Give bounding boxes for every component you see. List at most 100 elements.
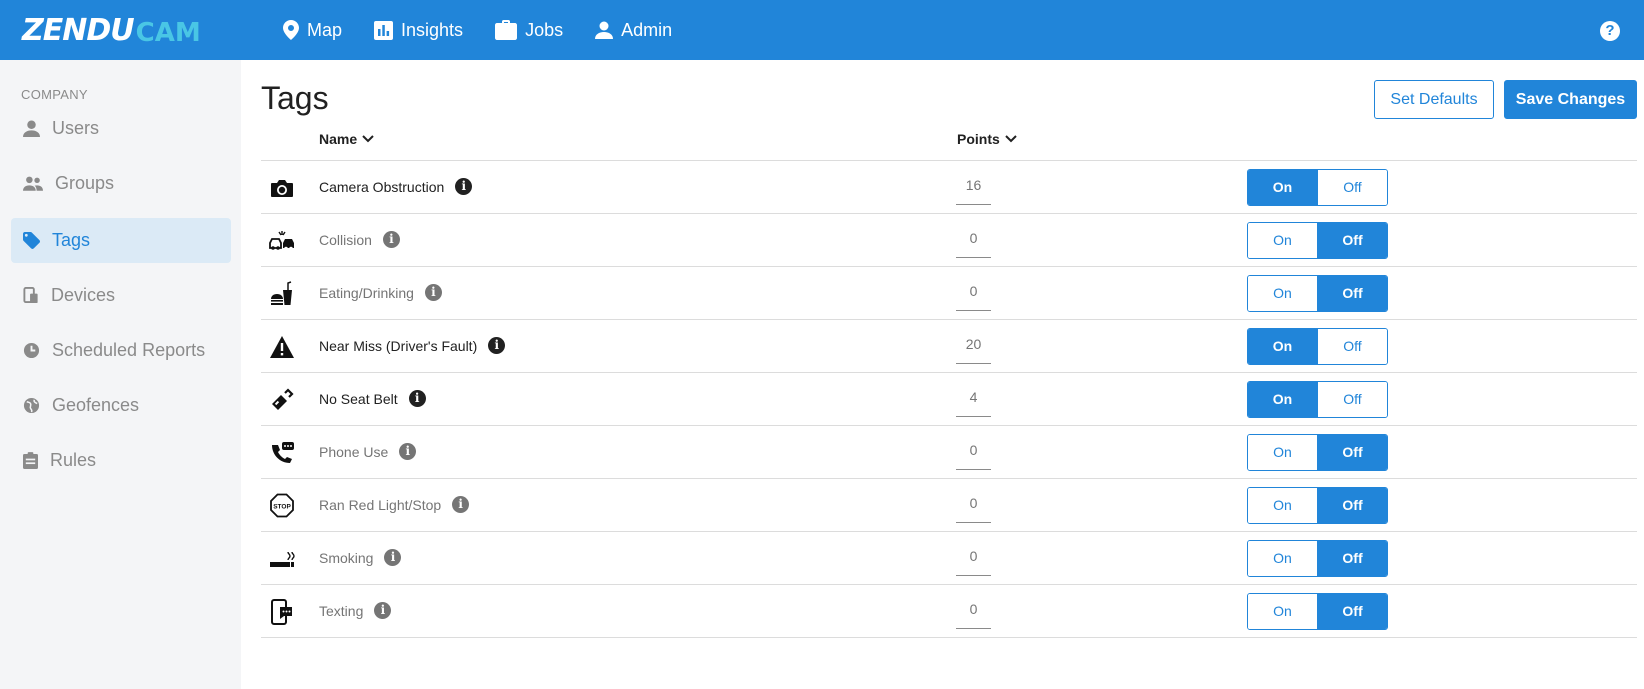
save-changes-button[interactable]: Save Changes [1504, 80, 1637, 119]
toggle-on-button[interactable]: On [1248, 435, 1318, 470]
group-icon [23, 176, 43, 191]
sidebar-item-scheduled-reports[interactable]: Scheduled Reports [11, 328, 231, 373]
toggle-off-button[interactable]: Off [1318, 541, 1387, 576]
toggle-off-button[interactable]: Off [1318, 329, 1387, 364]
sidebar-item-geofences[interactable]: Geofences [11, 383, 231, 428]
logo-main-text: ZENDU [22, 13, 135, 48]
info-icon[interactable]: i [399, 443, 417, 460]
points-input[interactable]: 20 [956, 329, 991, 364]
nav-insights[interactable]: Insights [374, 20, 463, 41]
toggle-on-button[interactable]: On [1248, 382, 1318, 417]
set-defaults-button[interactable]: Set Defaults [1374, 80, 1494, 119]
tag-name-text: Texting [319, 602, 364, 619]
points-input[interactable]: 0 [956, 488, 991, 523]
points-input[interactable]: 0 [956, 223, 991, 258]
points-input[interactable]: 0 [956, 594, 991, 629]
sidebar: COMPANY Users Groups Tags Devices Schedu… [0, 60, 241, 689]
info-icon[interactable]: i [424, 284, 442, 301]
camera-icon [271, 180, 293, 197]
toggle-on-button[interactable]: On [1248, 223, 1318, 258]
toggle-off-button[interactable]: Off [1318, 382, 1387, 417]
table-row: Phone Use i 0 On Off [261, 426, 1637, 479]
map-pin-icon [283, 20, 299, 40]
on-off-toggle: On Off [1247, 169, 1388, 206]
sidebar-item-label: Tags [52, 230, 91, 250]
info-icon[interactable]: i [408, 390, 426, 407]
tag-name-text: Eating/Drinking [319, 284, 414, 301]
table-row: Smoking i 0 On Off [261, 532, 1637, 585]
sidebar-section-label: COMPANY [21, 87, 88, 102]
column-header-points[interactable]: Points [957, 131, 1017, 147]
toggle-on-button[interactable]: On [1248, 594, 1318, 629]
zenducam-logo[interactable]: ZENDU CAM [22, 13, 201, 48]
points-input[interactable]: 0 [956, 435, 991, 470]
points-input[interactable]: 4 [956, 382, 991, 417]
column-header-name[interactable]: Name [319, 131, 374, 147]
sidebar-item-users[interactable]: Users [11, 106, 231, 151]
table-row: Collision i 0 On Off [261, 214, 1637, 267]
nav-map[interactable]: Map [283, 20, 342, 41]
tag-name: Smoking i [319, 549, 402, 566]
stop-sign-icon: STOP [270, 493, 294, 518]
clipboard-icon [23, 452, 38, 469]
tag-name-text: Collision [319, 231, 372, 248]
toggle-off-button[interactable]: Off [1318, 435, 1387, 470]
on-off-toggle: On Off [1247, 434, 1388, 471]
points-input[interactable]: 0 [956, 541, 991, 576]
on-off-toggle: On Off [1247, 381, 1388, 418]
toggle-off-button[interactable]: Off [1318, 488, 1387, 523]
table-row: STOP Ran Red Light/Stop i 0 On Off [261, 479, 1637, 532]
devices-icon [23, 287, 38, 304]
table-row: Camera Obstruction i 16 On Off [261, 161, 1637, 214]
on-off-toggle: On Off [1247, 593, 1388, 630]
cigarette-icon [270, 551, 295, 567]
top-bar: ZENDU CAM Map Insights Jobs Admin ? [0, 0, 1644, 60]
toggle-on-button[interactable]: On [1248, 488, 1318, 523]
tag-name-text: Near Miss (Driver's Fault) [319, 337, 478, 354]
column-header-points-label: Points [957, 131, 1000, 147]
sidebar-item-tags[interactable]: Tags [11, 218, 231, 263]
points-input[interactable]: 16 [956, 170, 991, 205]
help-icon[interactable]: ? [1600, 21, 1620, 41]
tag-name-text: No Seat Belt [319, 390, 398, 407]
info-icon[interactable]: i [452, 496, 470, 513]
sidebar-item-devices[interactable]: Devices [11, 273, 231, 318]
toggle-off-button[interactable]: Off [1318, 276, 1387, 311]
info-icon[interactable]: i [488, 337, 506, 354]
info-icon[interactable]: i [382, 231, 400, 248]
texting-icon [271, 599, 292, 625]
collision-icon [269, 231, 294, 251]
sidebar-item-groups[interactable]: Groups [11, 161, 231, 206]
logo-accent-text: CAM [135, 18, 201, 48]
on-off-toggle: On Off [1247, 540, 1388, 577]
sidebar-item-label: Devices [51, 285, 116, 305]
toggle-on-button[interactable]: On [1248, 329, 1318, 364]
tag-name-text: Ran Red Light/Stop [319, 496, 442, 513]
seat-belt-icon [272, 388, 294, 410]
briefcase-icon [495, 20, 518, 40]
tag-name: No Seat Belt i [319, 390, 426, 407]
sidebar-item-rules[interactable]: Rules [11, 438, 231, 483]
toggle-off-button[interactable]: Off [1318, 594, 1387, 629]
nav-insights-label: Insights [401, 19, 464, 40]
tag-name: Ran Red Light/Stop i [319, 496, 470, 513]
toggle-off-button[interactable]: Off [1318, 170, 1387, 205]
tag-name-text: Camera Obstruction [319, 178, 445, 195]
toggle-on-button[interactable]: On [1248, 541, 1318, 576]
toggle-off-button[interactable]: Off [1318, 223, 1387, 258]
nav-admin[interactable]: Admin [595, 20, 672, 41]
tag-name: Texting i [319, 602, 392, 619]
info-icon[interactable]: i [455, 178, 473, 195]
info-icon[interactable]: i [374, 602, 392, 619]
on-off-toggle: On Off [1247, 328, 1388, 365]
tag-name: Camera Obstruction i [319, 178, 473, 195]
bar-chart-icon [374, 20, 394, 40]
person-icon [595, 21, 614, 39]
info-icon[interactable]: i [384, 549, 402, 566]
nav-map-label: Map [307, 19, 343, 40]
toggle-on-button[interactable]: On [1248, 170, 1318, 205]
toggle-on-button[interactable]: On [1248, 276, 1318, 311]
nav-jobs[interactable]: Jobs [495, 20, 563, 41]
points-input[interactable]: 0 [956, 276, 991, 311]
person-icon [23, 120, 40, 137]
